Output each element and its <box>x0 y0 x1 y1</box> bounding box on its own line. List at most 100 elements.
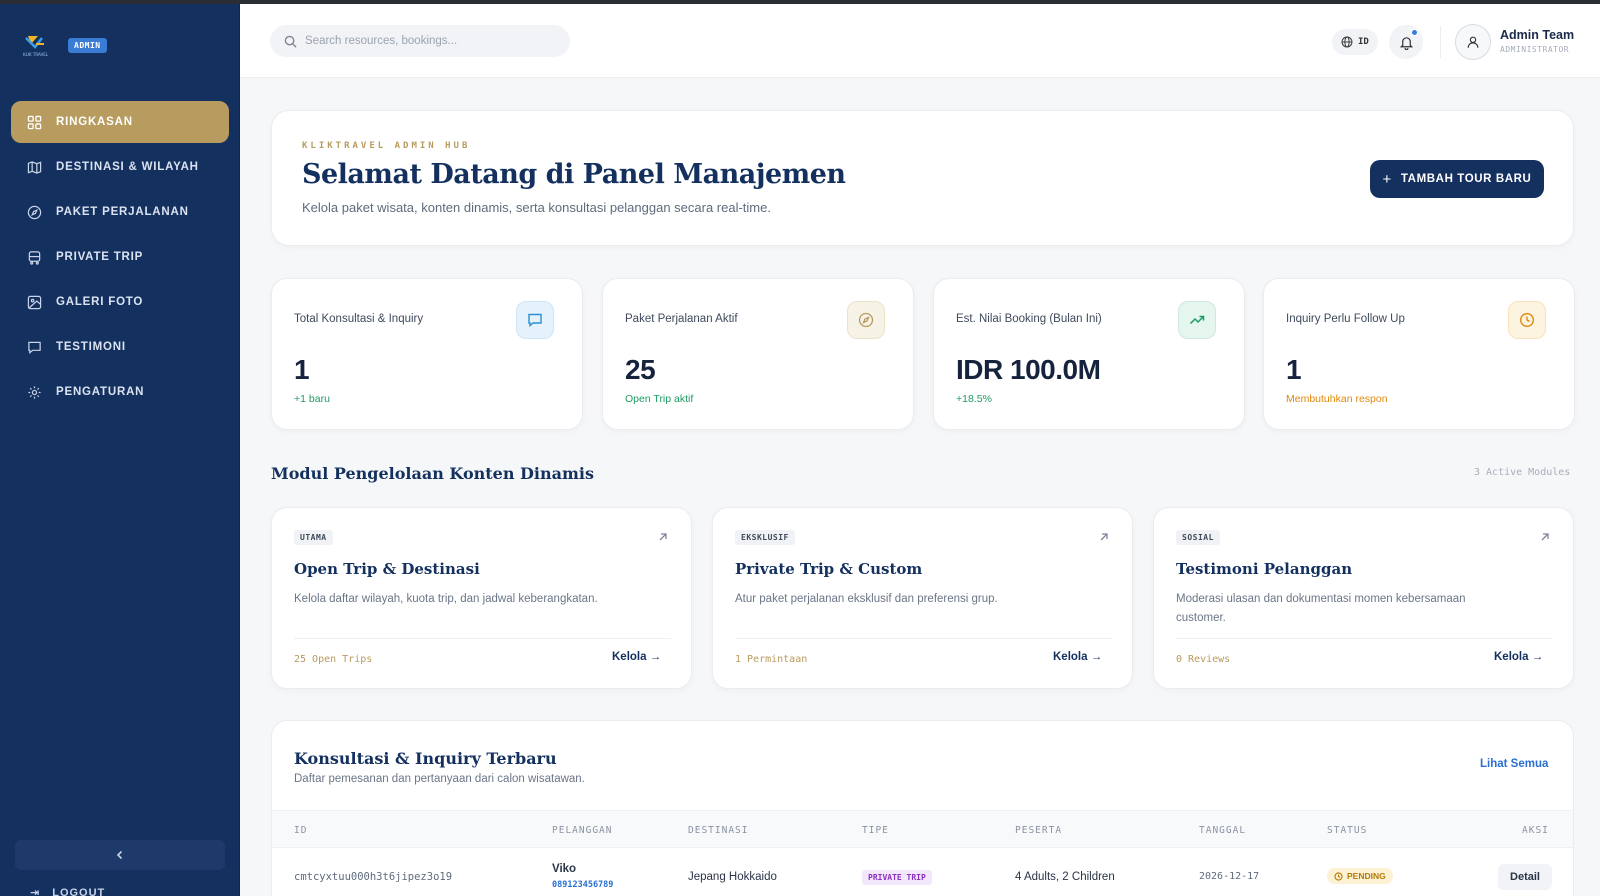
sidebar-item-destinasi[interactable]: DESTINASI & WILAYAH <box>11 146 229 188</box>
search-input[interactable] <box>305 35 545 47</box>
module-card-testimoni[interactable]: SOSIAL Testimoni Pelanggan Moderasi ulas… <box>1153 507 1574 689</box>
stat-label: Paket Perjalanan Aktif <box>625 313 738 325</box>
sidebar-item-label: RINGKASAN <box>56 116 133 128</box>
user-role: ADMINISTRATOR <box>1500 45 1570 54</box>
inquiry-table-card: Konsultasi & Inquiry Terbaru Daftar peme… <box>271 720 1574 896</box>
module-card-open-trip[interactable]: UTAMA Open Trip & Destinasi Kelola dafta… <box>271 507 692 689</box>
stat-value: 1 <box>294 354 310 385</box>
divider <box>1440 26 1441 58</box>
stat-card-inquiry[interactable]: Total Konsultasi & Inquiry 1 +1 baru <box>271 278 583 430</box>
inquiry-id: cmtcyxtuu000h3t6jipez3o19 <box>294 871 453 883</box>
module-description: Kelola daftar wilayah, kuota trip, dan j… <box>294 593 598 605</box>
stat-card-booking-value[interactable]: Est. Nilai Booking (Bulan Ini) IDR 100.0… <box>933 278 1245 430</box>
module-count: 25 Open Trips <box>294 654 373 665</box>
inquiry-subtitle: Daftar pemesanan dan pertanyaan dari cal… <box>294 773 585 785</box>
column-header: PELANGGAN <box>552 825 613 836</box>
participants: 4 Adults, 2 Children <box>1015 871 1115 883</box>
divider <box>294 638 671 639</box>
compass-icon <box>847 301 885 339</box>
sidebar-item-private-trip[interactable]: PRIVATE TRIP <box>11 236 229 278</box>
logout-icon: ⇥ <box>30 887 41 896</box>
manage-link[interactable]: Kelola → <box>612 651 661 663</box>
arrow-up-right-icon[interactable] <box>1097 530 1111 544</box>
trip-type-badge: PRIVATE TRIP <box>862 870 932 885</box>
sidebar-item-label: PAKET PERJALANAN <box>56 206 189 218</box>
dashboard-grid-icon <box>27 115 42 129</box>
user-name: Admin Team <box>1500 28 1575 42</box>
window-top-edge <box>0 0 1600 4</box>
notifications-button[interactable] <box>1389 25 1423 59</box>
stat-value: IDR 100.0M <box>956 354 1101 385</box>
add-tour-button[interactable]: + TAMBAH TOUR BARU <box>1370 160 1544 198</box>
modules-section-title: Modul Pengelolaan Konten Dinamis <box>271 464 594 483</box>
module-title: Private Trip & Custom <box>735 560 923 578</box>
column-header: ID <box>294 825 308 836</box>
sidebar-item-label: PENGATURAN <box>56 386 145 398</box>
chevron-left-icon <box>116 850 123 860</box>
arrow-up-right-icon[interactable] <box>656 530 670 544</box>
stat-card-follow-up[interactable]: Inquiry Perlu Follow Up 1 Membutuhkan re… <box>1263 278 1575 430</box>
welcome-hero: KLIKTRAVEL ADMIN HUB Selamat Datang di P… <box>271 110 1574 246</box>
inquiry-title: Konsultasi & Inquiry Terbaru <box>294 749 557 768</box>
klik-travel-logo[interactable]: KLIK TRAVEL <box>22 32 56 58</box>
sidebar-nav: RINGKASAN DESTINASI & WILAYAH PAKET PERJ… <box>11 101 229 416</box>
arrow-up-right-icon[interactable] <box>1538 530 1552 544</box>
column-header: DESTINASI <box>688 825 749 836</box>
avatar[interactable] <box>1455 24 1491 60</box>
sidebar-item-galeri[interactable]: GALERI FOTO <box>11 281 229 323</box>
status-label: PENDING <box>1347 871 1386 881</box>
language-label: ID <box>1358 37 1369 47</box>
language-switcher[interactable]: ID <box>1332 29 1378 55</box>
compass-icon <box>27 205 42 219</box>
sidebar-item-pengaturan[interactable]: PENGATURAN <box>11 371 229 413</box>
collapse-sidebar-button[interactable] <box>15 840 225 870</box>
divider <box>735 638 1112 639</box>
clock-icon <box>1508 301 1546 339</box>
sidebar-item-paket[interactable]: PAKET PERJALANAN <box>11 191 229 233</box>
logout-button[interactable]: ⇥ LOGOUT <box>30 886 105 896</box>
sidebar-item-testimoni[interactable]: TESTIMONI <box>11 326 229 368</box>
svg-text:KLIK TRAVEL: KLIK TRAVEL <box>23 52 49 57</box>
message-square-icon <box>28 341 41 354</box>
detail-button[interactable]: Detail <box>1498 864 1552 890</box>
column-header: TANGGAL <box>1199 825 1247 836</box>
module-description: Moderasi ulasan dan dokumentasi momen ke… <box>1176 593 1466 624</box>
hero-eyebrow: KLIKTRAVEL ADMIN HUB <box>302 141 471 151</box>
plus-icon: + <box>1382 170 1392 188</box>
topbar: ID Admin Team ADMINISTRATOR <box>240 4 1600 78</box>
page-title: Selamat Datang di Panel Manajemen <box>302 159 846 190</box>
manage-link[interactable]: Kelola → <box>1494 651 1543 663</box>
stat-label: Est. Nilai Booking (Bulan Ini) <box>956 313 1102 325</box>
modules-count: 3 Active Modules <box>1474 467 1571 478</box>
image-icon <box>27 295 42 309</box>
search-bar[interactable] <box>270 25 570 57</box>
bus-icon <box>28 250 41 265</box>
admin-badge: ADMIN <box>68 37 107 53</box>
search-icon <box>284 35 297 48</box>
clock-icon <box>1334 871 1343 881</box>
view-all-link[interactable]: Lihat Semua <box>1480 758 1548 770</box>
sidebar-item-ringkasan[interactable]: RINGKASAN <box>11 101 229 143</box>
column-header: STATUS <box>1327 825 1368 836</box>
customer-phone[interactable]: 089123456789 <box>552 880 613 890</box>
stat-card-packages[interactable]: Paket Perjalanan Aktif 25 Open Trip akti… <box>602 278 914 430</box>
stat-label: Inquiry Perlu Follow Up <box>1286 313 1405 325</box>
stat-value: 1 <box>1286 354 1302 385</box>
inquiry-date: 2026-12-17 <box>1199 871 1260 882</box>
logout-label: LOGOUT <box>52 886 106 896</box>
module-card-private-trip[interactable]: EKSKLUSIF Private Trip & Custom Atur pak… <box>712 507 1133 689</box>
module-count: 1 Permintaan <box>735 654 808 665</box>
module-tag: EKSKLUSIF <box>735 530 795 545</box>
stat-sub: +18.5% <box>956 393 992 405</box>
stat-sub: Membutuhkan respon <box>1286 393 1388 405</box>
notification-dot <box>1411 29 1418 36</box>
sidebar-item-label: PRIVATE TRIP <box>56 251 144 263</box>
hero-subtitle: Kelola paket wisata, konten dinamis, ser… <box>302 200 771 215</box>
bell-icon <box>1399 36 1413 50</box>
add-tour-label: TAMBAH TOUR BARU <box>1400 173 1532 185</box>
status-badge: PENDING <box>1327 868 1393 884</box>
globe-icon <box>1341 36 1353 48</box>
sidebar-item-label: GALERI FOTO <box>56 296 144 308</box>
manage-link[interactable]: Kelola → <box>1053 651 1102 663</box>
column-header: PESERTA <box>1015 825 1063 836</box>
